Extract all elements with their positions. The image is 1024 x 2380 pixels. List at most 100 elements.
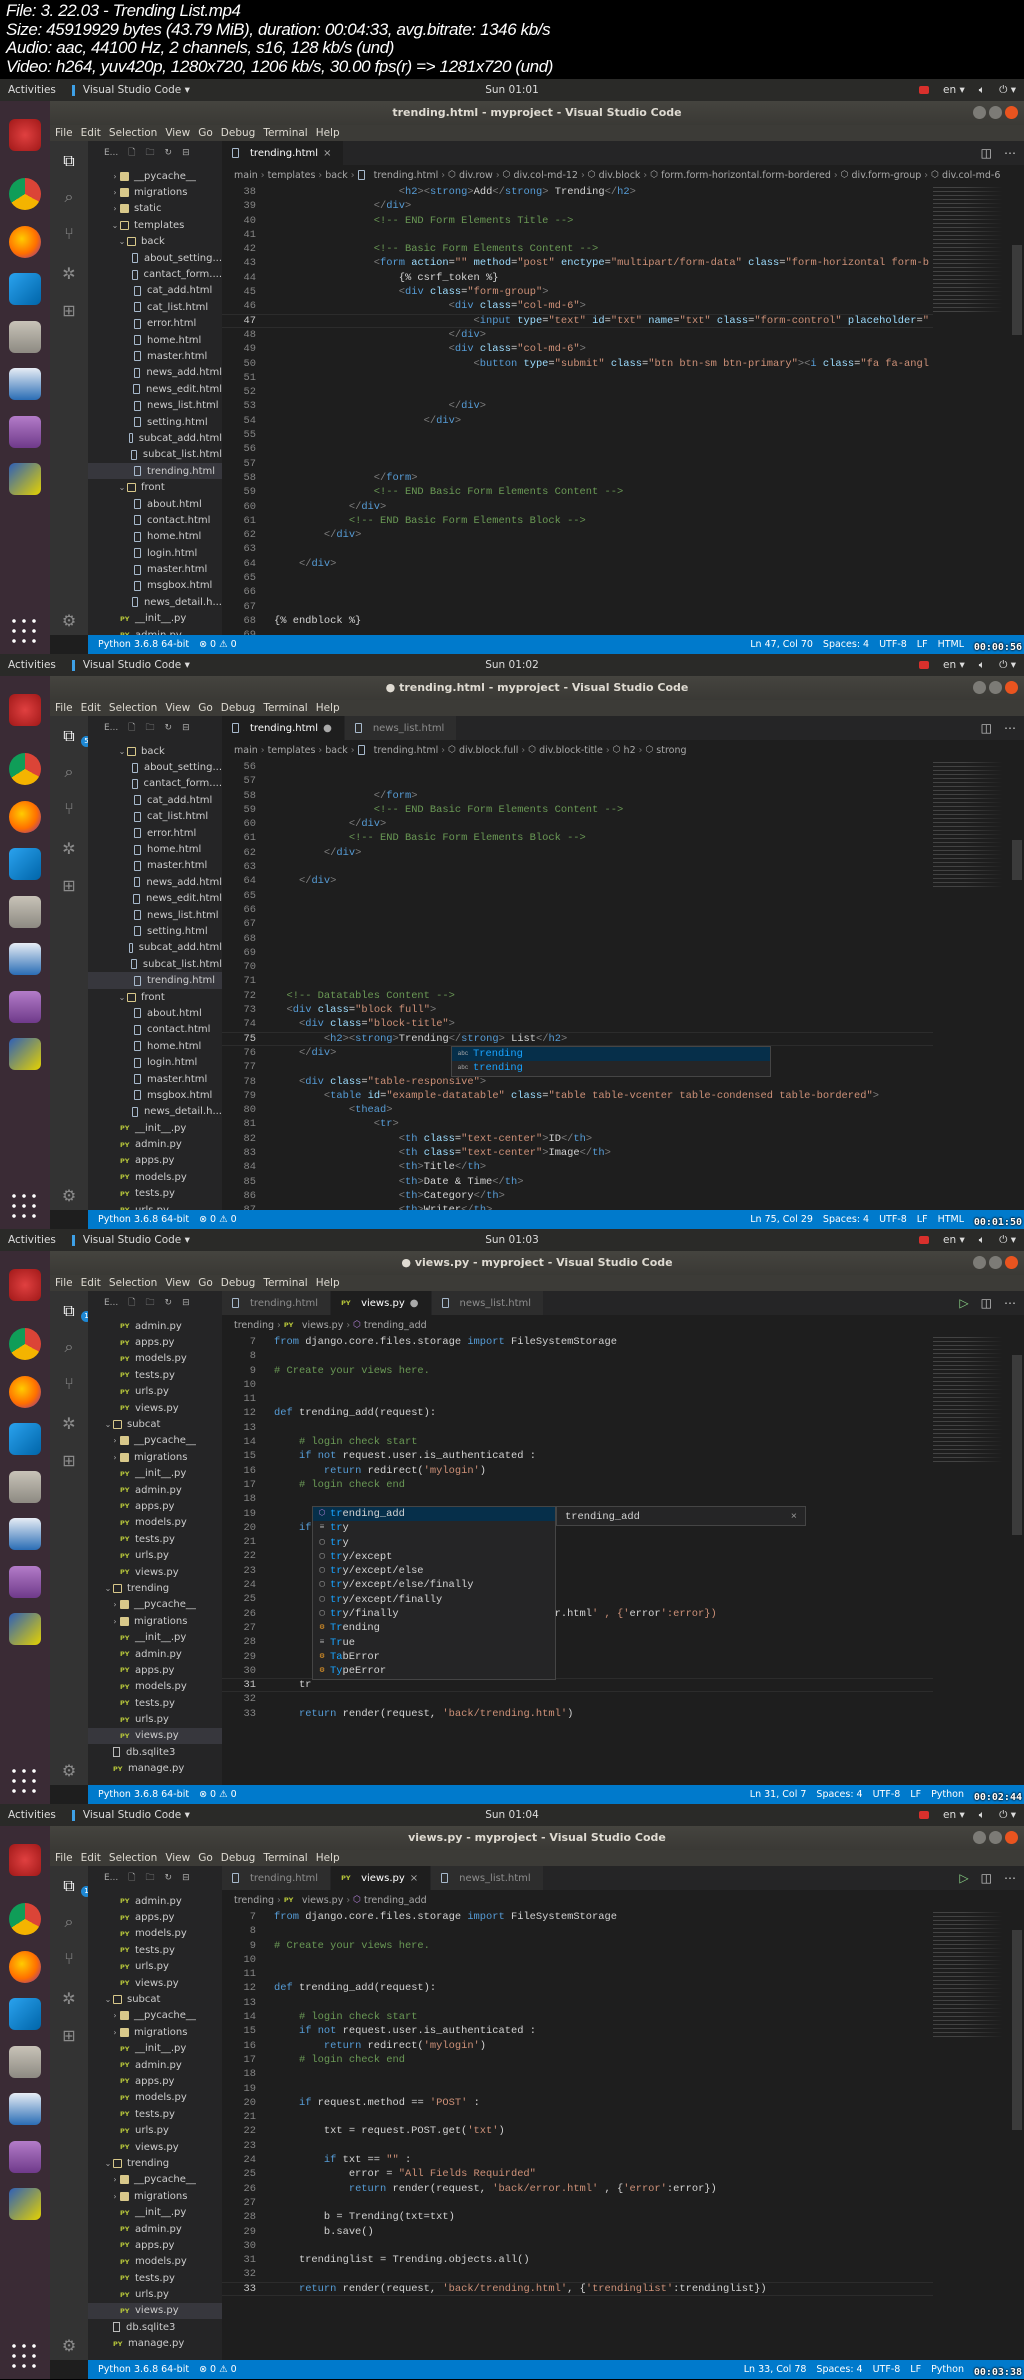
debug-icon[interactable]: ✲: [59, 1989, 79, 2009]
refresh-icon[interactable]: ↻: [165, 723, 173, 733]
show-applications-icon[interactable]: [9, 1191, 39, 1221]
writer-icon[interactable]: [9, 1518, 41, 1550]
explorer-icon[interactable]: ⧉ 1: [59, 1876, 92, 1897]
tree-item[interactable]: PY apps.py: [88, 2237, 222, 2253]
breadcrumb-item[interactable]: trending_add: [364, 1320, 427, 1331]
debug-icon[interactable]: ✲: [59, 264, 79, 284]
tree-item[interactable]: trending.html: [88, 463, 222, 480]
breadcrumb-item[interactable]: trending: [234, 1895, 274, 1906]
minimize-button[interactable]: [973, 681, 986, 694]
vscode-icon[interactable]: [9, 848, 41, 880]
tree-item[interactable]: login.html: [88, 545, 222, 561]
tab-news_list-html[interactable]: news_list.html: [431, 1291, 545, 1315]
network-icon[interactable]: [9, 463, 41, 495]
ubuntu-software-icon[interactable]: [9, 694, 41, 726]
tab-trending-html[interactable]: trending.html: [222, 1291, 332, 1315]
language-mode[interactable]: Python: [931, 2364, 964, 2375]
breadcrumb-item[interactable]: templates: [268, 745, 316, 756]
breadcrumb-item[interactable]: trending.html: [374, 745, 439, 756]
breadcrumb-item[interactable]: div.form-group: [852, 170, 922, 181]
tree-item[interactable]: home.html: [88, 841, 222, 857]
search-icon[interactable]: ⌕: [59, 762, 79, 782]
extensions-icon[interactable]: ⊞: [59, 876, 79, 896]
tree-item[interactable]: news_detail.h...: [88, 594, 222, 610]
tab-trending-html[interactable]: trending.html: [222, 1866, 332, 1890]
ubuntu-software-icon[interactable]: [9, 119, 41, 151]
search-icon[interactable]: ⌕: [59, 1912, 79, 1932]
menu-terminal[interactable]: Terminal: [263, 1277, 307, 1289]
tree-item[interactable]: PY apps.py: [88, 1153, 222, 1169]
suggestion-item[interactable]: ▢ try/except/else/finally: [313, 1578, 555, 1592]
tree-item[interactable]: PYadmin.py: [88, 1893, 222, 1909]
tree-item[interactable]: contact.html: [88, 512, 222, 528]
scrollbar-thumb[interactable]: [1012, 245, 1022, 335]
language-indicator[interactable]: en ▾: [943, 84, 965, 96]
app-menu[interactable]: Visual Studio Code ▾: [71, 84, 190, 96]
run-python-icon[interactable]: ▷: [959, 1871, 968, 1885]
tree-item[interactable]: PY models.py: [88, 1169, 222, 1185]
video-icon[interactable]: [9, 2141, 41, 2173]
tree-item[interactable]: news_edit.html: [88, 891, 222, 907]
tree-item[interactable]: login.html: [88, 1054, 222, 1070]
python-interpreter[interactable]: Python 3.6.8 64-bit: [98, 1214, 189, 1225]
tree-item[interactable]: PYadmin.py: [88, 1646, 222, 1662]
menu-go[interactable]: Go: [198, 702, 213, 714]
tree-item[interactable]: PY models.py: [88, 2090, 222, 2106]
minimap[interactable]: [933, 1335, 1011, 1465]
tab-news_list-html[interactable]: news_list.html: [431, 1866, 544, 1890]
tree-item[interactable]: PY tests.py: [88, 1942, 222, 1958]
line-ending[interactable]: LF: [917, 639, 928, 650]
tree-item[interactable]: PYadmin.py: [88, 1482, 222, 1498]
cursor-position[interactable]: Ln 31, Col 7: [750, 1789, 807, 1800]
vertical-scrollbar[interactable]: [1012, 760, 1022, 1210]
new-file-icon[interactable]: 🗋: [128, 145, 135, 161]
split-editor-icon[interactable]: ◫: [981, 721, 992, 735]
breadcrumb-item[interactable]: div.block: [599, 170, 641, 181]
vscode-icon[interactable]: [9, 1423, 41, 1455]
video-icon[interactable]: [9, 416, 41, 448]
new-folder-icon[interactable]: 🗀: [146, 1870, 155, 1886]
split-editor-icon[interactable]: ◫: [981, 146, 992, 160]
files-icon[interactable]: [9, 2046, 41, 2078]
explorer-icon[interactable]: ⧉ 5: [59, 726, 92, 747]
show-applications-icon[interactable]: [9, 1766, 39, 1796]
close-window-button[interactable]: [1005, 681, 1018, 694]
new-file-icon[interactable]: 🗋: [128, 1295, 135, 1311]
maximize-button[interactable]: [989, 106, 1002, 119]
suggestion-item[interactable]: ▢ try/except/else: [313, 1564, 555, 1578]
minimap[interactable]: [933, 1910, 1011, 2040]
more-actions-icon[interactable]: ⋯: [1004, 1296, 1016, 1310]
extensions-icon[interactable]: ⊞: [59, 1451, 79, 1471]
firefox-icon[interactable]: [9, 801, 41, 833]
tree-item[interactable]: › migrations: [88, 2188, 222, 2204]
tree-item[interactable]: PY models.py: [88, 1679, 222, 1695]
network-icon[interactable]: [9, 2188, 41, 2220]
indentation[interactable]: Spaces: 4: [823, 639, 869, 650]
minimap[interactable]: [933, 760, 1011, 890]
suggestion-item[interactable]: ≡ True: [313, 1636, 555, 1650]
search-icon[interactable]: ⌕: [59, 1337, 79, 1357]
breadcrumb-item[interactable]: trending: [234, 1320, 274, 1331]
python-interpreter[interactable]: Python 3.6.8 64-bit: [98, 2364, 189, 2375]
tree-item[interactable]: PY tests.py: [88, 1531, 222, 1547]
tree-item[interactable]: PYadmin.py: [88, 627, 222, 635]
breadcrumb-item[interactable]: main: [234, 745, 258, 756]
tree-item[interactable]: master.html: [88, 858, 222, 874]
breadcrumb-item[interactable]: templates: [268, 170, 316, 181]
tree-item[interactable]: › __pycache__: [88, 2008, 222, 2024]
breadcrumb-item[interactable]: form.form-horizontal.form-bordered: [661, 170, 831, 181]
tree-item[interactable]: PY tests.py: [88, 1367, 222, 1383]
firefox-icon[interactable]: [9, 1951, 41, 1983]
tree-item[interactable]: subcat_list.html: [88, 447, 222, 463]
tree-item[interactable]: cat_list.html: [88, 299, 222, 315]
suggestion-item[interactable]: ▢ try/finally: [313, 1607, 555, 1621]
minimap[interactable]: [933, 185, 1011, 315]
tree-item[interactable]: PY tests.py: [88, 2270, 222, 2286]
tree-item[interactable]: subcat_list.html: [88, 956, 222, 972]
menu-selection[interactable]: Selection: [109, 702, 157, 714]
language-mode[interactable]: HTML: [938, 1214, 964, 1225]
tree-item[interactable]: PY urls.py: [88, 1959, 222, 1975]
encoding[interactable]: UTF-8: [879, 639, 907, 650]
tree-item[interactable]: about_setting...: [88, 759, 222, 775]
tree-item[interactable]: PY urls.py: [88, 1384, 222, 1400]
